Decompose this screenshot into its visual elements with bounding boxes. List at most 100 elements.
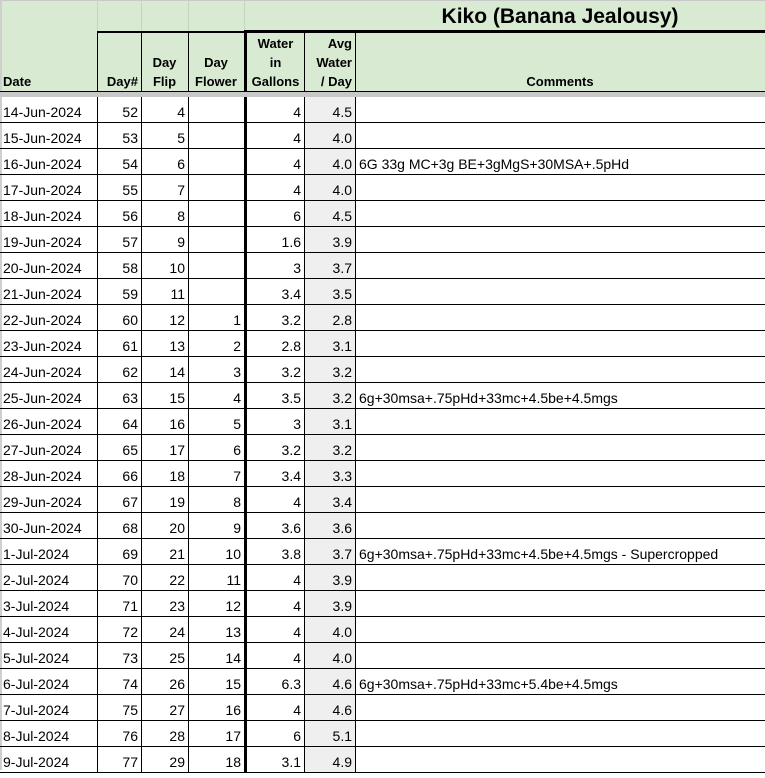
cell-day-num[interactable]: 72 (97, 617, 141, 642)
cell-comment[interactable] (355, 227, 765, 252)
cell-comment[interactable] (355, 201, 765, 226)
cell-day-num[interactable]: 58 (97, 253, 141, 278)
col-header-water-gallons[interactable]: Water in Gallons (247, 31, 304, 92)
cell-avg-water[interactable]: 4.0 (304, 123, 355, 148)
cell-date[interactable]: 19-Jun-2024 (2, 227, 97, 252)
cell-date[interactable]: 3-Jul-2024 (2, 591, 97, 616)
cell-avg-water[interactable]: 4.0 (304, 149, 355, 174)
cell-water-gallons[interactable]: 4 (244, 487, 304, 512)
cell-water-gallons[interactable]: 3 (244, 253, 304, 278)
cell-day-flower[interactable]: 16 (188, 695, 244, 720)
sheet-title[interactable]: Kiko (Banana Jealousy) (355, 3, 765, 31)
cell-avg-water[interactable]: 3.4 (304, 487, 355, 512)
cell-avg-water[interactable]: 5.1 (304, 721, 355, 746)
cell-date[interactable]: 1-Jul-2024 (2, 539, 97, 564)
cell-day-num[interactable]: 65 (97, 435, 141, 460)
cell-date[interactable]: 22-Jun-2024 (2, 305, 97, 330)
cell-avg-water[interactable]: 3.1 (304, 331, 355, 356)
cell-day-flower[interactable] (188, 149, 244, 174)
cell-day-num[interactable]: 61 (97, 331, 141, 356)
cell-day-flower[interactable] (188, 201, 244, 226)
cell-comment[interactable] (355, 331, 765, 356)
cell-water-gallons[interactable]: 3.1 (244, 747, 304, 772)
cell-date[interactable]: 14-Jun-2024 (2, 97, 97, 122)
cell-comment[interactable]: 6G 33g MC+3g BE+3gMgS+30MSA+.5pHd (355, 149, 765, 174)
cell-day-flip[interactable]: 17 (141, 435, 188, 460)
cell-water-gallons[interactable]: 3.5 (244, 383, 304, 408)
cell-avg-water[interactable]: 3.9 (304, 591, 355, 616)
cell-avg-water[interactable]: 4.9 (304, 747, 355, 772)
cell-day-flip[interactable]: 29 (141, 747, 188, 772)
cell-date[interactable]: 8-Jul-2024 (2, 721, 97, 746)
cell-day-num[interactable]: 74 (97, 669, 141, 694)
col-header-day-flip[interactable]: Day Flip (141, 31, 188, 92)
cell-comment[interactable] (355, 435, 765, 460)
cell-day-flip[interactable]: 22 (141, 565, 188, 590)
cell-day-num[interactable]: 53 (97, 123, 141, 148)
cell-day-num[interactable]: 71 (97, 591, 141, 616)
cell-water-gallons[interactable]: 4 (244, 149, 304, 174)
cell-day-flip[interactable]: 4 (141, 97, 188, 122)
cell-comment[interactable] (355, 487, 765, 512)
cell-day-flower[interactable] (188, 175, 244, 200)
cell-comment[interactable] (355, 253, 765, 278)
cell-day-num[interactable]: 68 (97, 513, 141, 538)
cell-day-flower[interactable]: 7 (188, 461, 244, 486)
cell-water-gallons[interactable]: 3.2 (244, 435, 304, 460)
cell-avg-water[interactable]: 3.2 (304, 357, 355, 382)
cell-day-flower[interactable] (188, 97, 244, 122)
col-header-day-flower[interactable]: Day Flower (188, 31, 244, 92)
col-header-date[interactable]: Date (0, 31, 97, 92)
cell-day-num[interactable]: 70 (97, 565, 141, 590)
cell-comment[interactable]: 6g+30msa+.75pHd+33mc+4.5be+4.5mgs (355, 383, 765, 408)
cell-date[interactable]: 18-Jun-2024 (2, 201, 97, 226)
cell-water-gallons[interactable]: 3.8 (244, 539, 304, 564)
cell-date[interactable]: 2-Jul-2024 (2, 565, 97, 590)
cell-avg-water[interactable]: 3.2 (304, 383, 355, 408)
cell-day-num[interactable]: 76 (97, 721, 141, 746)
cell-day-flip[interactable]: 9 (141, 227, 188, 252)
cell-day-flip[interactable]: 13 (141, 331, 188, 356)
cell-comment[interactable] (355, 565, 765, 590)
cell-day-flower[interactable]: 3 (188, 357, 244, 382)
cell-date[interactable]: 21-Jun-2024 (2, 279, 97, 304)
cell-water-gallons[interactable]: 4 (244, 97, 304, 122)
cell-avg-water[interactable]: 3.9 (304, 565, 355, 590)
cell-avg-water[interactable]: 4.6 (304, 669, 355, 694)
cell-day-num[interactable]: 64 (97, 409, 141, 434)
cell-water-gallons[interactable]: 3.4 (244, 461, 304, 486)
cell-day-num[interactable]: 75 (97, 695, 141, 720)
cell-date[interactable]: 23-Jun-2024 (2, 331, 97, 356)
cell-day-flower[interactable] (188, 227, 244, 252)
cell-day-flower[interactable]: 18 (188, 747, 244, 772)
cell-day-flower[interactable]: 11 (188, 565, 244, 590)
cell-day-num[interactable]: 52 (97, 97, 141, 122)
cell-avg-water[interactable]: 4.5 (304, 201, 355, 226)
cell-avg-water[interactable]: 3.1 (304, 409, 355, 434)
cell-day-flower[interactable] (188, 279, 244, 304)
cell-date[interactable]: 6-Jul-2024 (2, 669, 97, 694)
cell-date[interactable]: 25-Jun-2024 (2, 383, 97, 408)
cell-day-num[interactable]: 77 (97, 747, 141, 772)
cell-day-num[interactable]: 56 (97, 201, 141, 226)
cell-comment[interactable] (355, 721, 765, 746)
cell-water-gallons[interactable]: 4 (244, 695, 304, 720)
cell-water-gallons[interactable]: 6 (244, 201, 304, 226)
cell-comment[interactable] (355, 175, 765, 200)
cell-avg-water[interactable]: 3.2 (304, 435, 355, 460)
cell-day-num[interactable]: 63 (97, 383, 141, 408)
cell-comment[interactable] (355, 305, 765, 330)
cell-day-num[interactable]: 66 (97, 461, 141, 486)
cell-day-flower[interactable]: 14 (188, 643, 244, 668)
cell-avg-water[interactable]: 4.5 (304, 97, 355, 122)
cell-comment[interactable] (355, 617, 765, 642)
cell-water-gallons[interactable]: 2.8 (244, 331, 304, 356)
cell-day-flower[interactable]: 6 (188, 435, 244, 460)
cell-day-flower[interactable]: 9 (188, 513, 244, 538)
cell-date[interactable]: 20-Jun-2024 (2, 253, 97, 278)
cell-date[interactable]: 5-Jul-2024 (2, 643, 97, 668)
cell-comment[interactable] (355, 695, 765, 720)
cell-comment[interactable] (355, 591, 765, 616)
cell-comment[interactable] (355, 357, 765, 382)
cell-day-num[interactable]: 55 (97, 175, 141, 200)
